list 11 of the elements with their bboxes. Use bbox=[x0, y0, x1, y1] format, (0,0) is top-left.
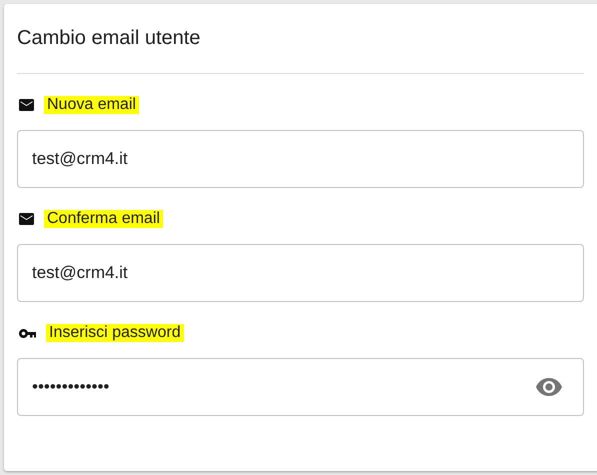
field-label: Inserisci password bbox=[46, 324, 184, 342]
mail-icon bbox=[19, 213, 34, 225]
key-icon bbox=[19, 328, 36, 338]
field-label: Nuova email bbox=[44, 96, 139, 114]
show-password-icon[interactable] bbox=[536, 378, 562, 396]
card-title: Cambio email utente bbox=[17, 26, 202, 50]
email-field[interactable]: test@crm4.it bbox=[17, 130, 584, 188]
field-label: Conferma email bbox=[44, 210, 163, 228]
mail-icon bbox=[19, 99, 34, 111]
password-field[interactable]: ••••••••••••• bbox=[17, 358, 584, 416]
email-field[interactable]: test@crm4.it bbox=[17, 244, 584, 302]
